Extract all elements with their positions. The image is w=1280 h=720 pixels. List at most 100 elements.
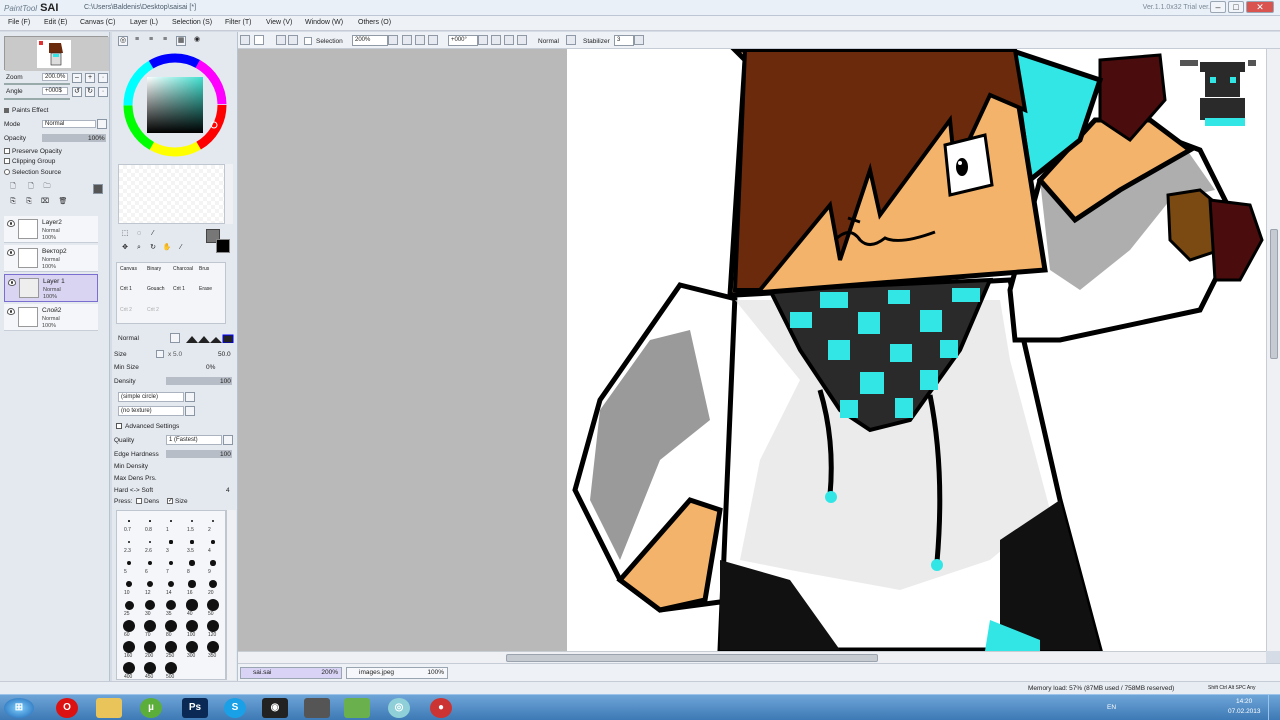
menu-layer[interactable]: Layer (L) — [130, 19, 158, 26]
tool-slot[interactable]: Crit 2 — [120, 307, 132, 313]
mode-dropdown-icon[interactable] — [566, 35, 576, 45]
zoom-tool-icon[interactable]: ⌕ — [134, 244, 144, 254]
tool-slot[interactable]: Canvas — [120, 266, 137, 272]
brush-size-dot[interactable] — [144, 641, 156, 653]
brush-blend-mode[interactable]: Normal — [118, 335, 139, 342]
layer-item[interactable]: Layer2 Normal 100% — [4, 216, 98, 243]
nav-zoom-reset-icon[interactable]: · — [98, 73, 108, 83]
brush-size-dot[interactable] — [189, 560, 195, 566]
angle-reset-icon[interactable]: · — [98, 87, 108, 97]
brush-size-dot[interactable] — [123, 641, 135, 653]
menu-edit[interactable]: Edit (E) — [44, 19, 67, 26]
press-size-checkbox[interactable]: ✓ — [167, 498, 173, 504]
brush-size-dot[interactable] — [149, 520, 151, 522]
tool-slot[interactable]: Crit 1 — [120, 286, 132, 292]
brush-size-dot[interactable] — [147, 560, 153, 566]
brush-size-dot[interactable] — [208, 579, 218, 589]
quality-dropdown-icon[interactable] — [223, 435, 233, 445]
navigator-thumbnail[interactable] — [4, 36, 109, 71]
language-indicator[interactable]: EN — [1107, 704, 1116, 711]
color-wheel-tab-icon[interactable]: ◎ — [118, 36, 128, 46]
color-wheel[interactable] — [120, 50, 230, 160]
brush-size-dot[interactable] — [165, 662, 177, 674]
menu-selection[interactable]: Selection (S) — [172, 19, 212, 26]
visibility-eye-icon[interactable] — [8, 279, 16, 286]
scratchpad-area[interactable] — [118, 164, 232, 224]
shape-dropdown-icon[interactable] — [185, 392, 195, 402]
horizontal-scrollbar[interactable] — [238, 651, 1266, 663]
menu-window[interactable]: Window (W) — [305, 19, 343, 26]
vertical-scroll-thumb[interactable] — [1270, 229, 1278, 359]
brush-size-dot[interactable] — [211, 519, 215, 523]
brush-size-dot[interactable] — [207, 599, 219, 611]
steam-icon[interactable]: ◉ — [262, 698, 288, 718]
brush-size-dot[interactable] — [167, 580, 175, 588]
flip-icon[interactable] — [517, 35, 527, 45]
rotate-tool-icon[interactable]: ↻ — [148, 244, 158, 254]
utorrent-icon[interactable]: µ — [140, 698, 162, 718]
opera-icon[interactable]: O — [56, 698, 78, 718]
canvas-area[interactable] — [238, 49, 1266, 651]
brush-size-dot[interactable] — [207, 641, 219, 653]
minimize-icon[interactable]: – — [1210, 1, 1226, 13]
brush-mode-dropdown-icon[interactable] — [170, 333, 180, 343]
brush-size-dot[interactable] — [126, 560, 131, 565]
tool-slot[interactable]: Crit 2 — [147, 307, 159, 313]
brush-size-dot[interactable] — [148, 540, 152, 544]
photoshop-icon[interactable]: Ps — [182, 698, 208, 718]
quality-select[interactable]: 1 (Fastest) — [166, 435, 222, 445]
delete-layer-icon[interactable]: 🗑 — [58, 198, 68, 208]
magic-wand-icon[interactable]: ⁄ — [148, 230, 158, 240]
tool-slot[interactable]: Brus — [199, 266, 209, 272]
brush-shape-selector[interactable] — [186, 334, 234, 344]
chrome-icon[interactable]: ● — [430, 698, 452, 718]
selection-checkbox[interactable] — [304, 37, 312, 45]
start-orb-icon[interactable]: ⊞ — [4, 698, 34, 718]
skype-icon[interactable]: S — [224, 698, 246, 718]
brush-size-dot[interactable] — [123, 620, 135, 632]
zoom-field[interactable]: 200% — [352, 35, 388, 46]
nav-zoom-out-icon[interactable]: – — [72, 73, 82, 83]
rotate-ccw-icon[interactable]: ↺ — [72, 87, 82, 97]
brush-size-dot[interactable] — [128, 520, 130, 522]
brush-size-dot[interactable] — [168, 560, 174, 566]
brush-size-dot[interactable] — [145, 600, 155, 610]
merge-down-icon[interactable]: ⎘ — [24, 198, 34, 208]
mode-dropdown-icon[interactable] — [97, 119, 107, 129]
transfer-down-icon[interactable]: ⎘ — [8, 198, 18, 208]
tool-slot[interactable]: Gouach — [147, 286, 165, 292]
zoom-out-icon[interactable] — [402, 35, 412, 45]
drawing-canvas[interactable] — [238, 49, 1266, 651]
brush-size-dot[interactable] — [165, 599, 177, 611]
min-size-value[interactable]: 0% — [206, 364, 215, 371]
select-all-icon[interactable] — [276, 35, 286, 45]
new-layer-icon[interactable]: 🗋 — [8, 183, 18, 193]
selection-source-checkbox[interactable] — [4, 169, 10, 175]
hand-icon[interactable]: ✋ — [162, 244, 172, 254]
deselect-icon[interactable] — [240, 35, 250, 45]
rotate-reset-icon[interactable] — [504, 35, 514, 45]
size-multiplier-icon[interactable] — [156, 350, 164, 358]
clear-layer-icon[interactable]: ⌧ — [40, 198, 50, 208]
minecraft-icon[interactable] — [344, 698, 370, 718]
layer-item[interactable]: Вектор2 Normal 100% — [4, 245, 98, 272]
brush-texture-select[interactable]: (no texture) — [118, 406, 184, 416]
layer-mode-select[interactable]: Normal — [42, 120, 96, 128]
brush-size-dot[interactable] — [207, 620, 219, 632]
brush-size-dot[interactable] — [169, 540, 173, 544]
game-icon[interactable] — [304, 698, 330, 718]
nav-angle-field[interactable]: +000$ — [42, 87, 68, 95]
visibility-eye-icon[interactable] — [7, 249, 15, 256]
preserve-opacity-checkbox[interactable] — [4, 148, 10, 154]
menu-file[interactable]: File (F) — [8, 19, 30, 26]
brush-size-dot[interactable] — [127, 540, 131, 544]
lasso-icon[interactable]: ◌ — [134, 230, 144, 240]
texture-dropdown-icon[interactable] — [185, 406, 195, 416]
paint-effect-collapse-icon[interactable] — [4, 108, 9, 113]
brush-size-dot[interactable] — [146, 580, 154, 588]
layer-item-selected[interactable]: Layer 1 Normal 100% — [4, 274, 98, 302]
brush-size-dot[interactable] — [211, 540, 215, 544]
clock-date[interactable]: 07.02.2013 — [1228, 708, 1261, 715]
visibility-eye-icon[interactable] — [7, 220, 15, 227]
brush-size-dot[interactable] — [144, 662, 156, 674]
